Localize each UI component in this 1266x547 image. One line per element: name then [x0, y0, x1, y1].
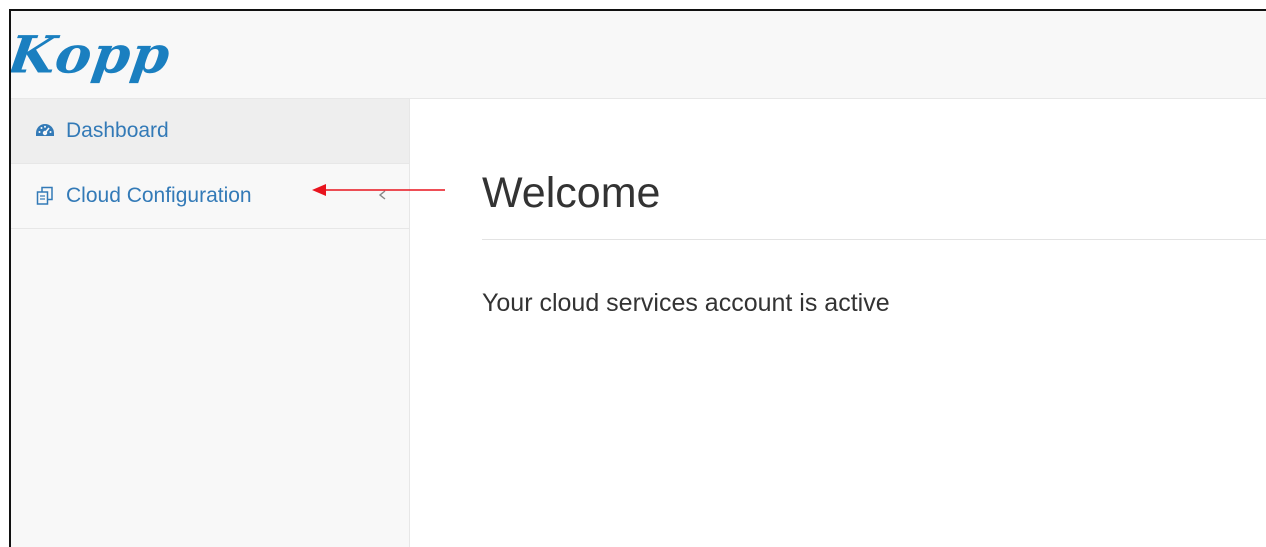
copy-icon [34, 185, 56, 207]
sidebar-item-dashboard[interactable]: Dashboard [11, 99, 409, 164]
page-title: Welcome [482, 169, 661, 217]
main-content: Welcome Your cloud services account is a… [410, 99, 1266, 547]
top-navbar: Kopp [11, 11, 1266, 99]
sidebar: Dashboard Cloud Configuration [11, 99, 410, 547]
app-window: Kopp Dashboard Cloud Configuration Welco… [9, 9, 1266, 547]
divider [482, 239, 1266, 240]
red-arrow-left-icon [312, 184, 445, 196]
sidebar-item-label: Dashboard [66, 119, 169, 142]
dashboard-icon [34, 120, 56, 142]
account-status-text: Your cloud services account is active [482, 289, 890, 317]
sidebar-item-label: Cloud Configuration [66, 184, 252, 207]
brand-logo[interactable]: Kopp [11, 24, 175, 85]
